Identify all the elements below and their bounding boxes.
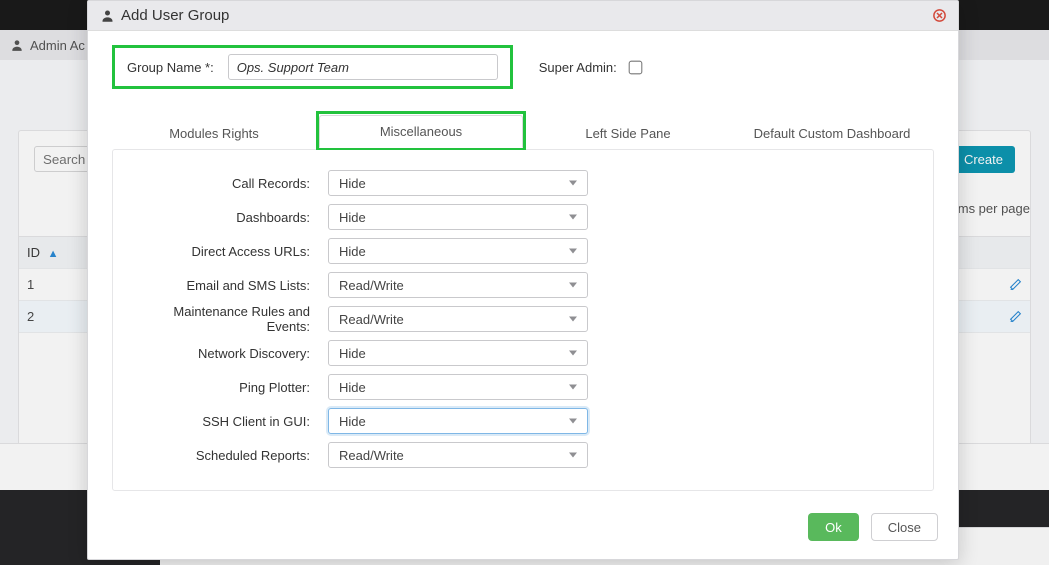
select-call-records[interactable]: Hide [328, 170, 588, 196]
chevron-down-icon [569, 317, 577, 322]
field-direct-access-urls: Direct Access URLs: Hide [133, 234, 913, 268]
chevron-down-icon [569, 351, 577, 356]
group-name-input[interactable] [228, 54, 498, 80]
tab-miscellaneous[interactable]: Miscellaneous [319, 115, 523, 148]
tab-left-side-pane[interactable]: Left Side Pane [526, 117, 730, 150]
label-maintenance-rules: Maintenance Rules and Events: [133, 304, 328, 334]
select-network-discovery[interactable]: Hide [328, 340, 588, 366]
chevron-down-icon [569, 249, 577, 254]
field-network-discovery: Network Discovery: Hide [133, 336, 913, 370]
select-value: Read/Write [339, 312, 404, 327]
group-name-label: Group Name *: [127, 60, 214, 75]
super-admin-field: Super Admin: [539, 58, 645, 77]
select-value: Hide [339, 176, 366, 191]
select-direct-access-urls[interactable]: Hide [328, 238, 588, 264]
select-value: Hide [339, 244, 366, 259]
field-ping-plotter: Ping Plotter: Hide [133, 370, 913, 404]
select-ssh-client[interactable]: Hide [328, 408, 588, 434]
select-dashboards[interactable]: Hide [328, 204, 588, 230]
field-ssh-client: SSH Client in GUI: Hide [133, 404, 913, 438]
field-call-records: Call Records: Hide [133, 166, 913, 200]
dialog-body: Group Name *: Super Admin: Modules Right… [88, 31, 958, 501]
select-ping-plotter[interactable]: Hide [328, 374, 588, 400]
add-user-group-dialog: Add User Group Group Name *: Super Admin… [87, 0, 959, 560]
select-value: Hide [339, 210, 366, 225]
select-scheduled-reports[interactable]: Read/Write [328, 442, 588, 468]
select-maintenance-rules[interactable]: Read/Write [328, 306, 588, 332]
chevron-down-icon [569, 419, 577, 424]
field-maintenance-rules: Maintenance Rules and Events: Read/Write [133, 302, 913, 336]
close-icon[interactable] [931, 7, 948, 24]
chevron-down-icon [569, 181, 577, 186]
dialog-title: Add User Group [121, 7, 229, 24]
super-admin-checkbox[interactable] [628, 60, 642, 74]
chevron-down-icon [569, 453, 577, 458]
chevron-down-icon [569, 215, 577, 220]
field-scheduled-reports: Scheduled Reports: Read/Write [133, 438, 913, 472]
group-name-highlight: Group Name *: [112, 45, 513, 89]
label-dashboards: Dashboards: [133, 210, 328, 225]
tab-modules-rights[interactable]: Modules Rights [112, 117, 316, 150]
tab-miscellaneous-highlight: Miscellaneous [316, 111, 526, 150]
chevron-down-icon [569, 283, 577, 288]
select-value: Hide [339, 414, 366, 429]
label-scheduled-reports: Scheduled Reports: [133, 448, 328, 463]
label-direct-access-urls: Direct Access URLs: [133, 244, 328, 259]
field-email-sms-lists: Email and SMS Lists: Read/Write [133, 268, 913, 302]
tab-content-miscellaneous: Call Records: Hide Dashboards: Hide Dire… [112, 149, 934, 491]
group-name-row: Group Name *: Super Admin: [112, 45, 934, 89]
label-ssh-client: SSH Client in GUI: [133, 414, 328, 429]
select-value: Hide [339, 380, 366, 395]
user-icon [100, 8, 115, 23]
dialog-title-bar: Add User Group [88, 1, 958, 31]
select-value: Hide [339, 346, 366, 361]
select-email-sms-lists[interactable]: Read/Write [328, 272, 588, 298]
select-value: Read/Write [339, 448, 404, 463]
super-admin-label: Super Admin: [539, 60, 617, 75]
close-button[interactable]: Close [871, 513, 938, 541]
tab-default-dashboard[interactable]: Default Custom Dashboard [730, 117, 934, 150]
ok-button[interactable]: Ok [808, 513, 859, 541]
label-network-discovery: Network Discovery: [133, 346, 328, 361]
tab-bar: Modules Rights Miscellaneous Left Side P… [88, 113, 958, 149]
label-ping-plotter: Ping Plotter: [133, 380, 328, 395]
label-email-sms-lists: Email and SMS Lists: [133, 278, 328, 293]
chevron-down-icon [569, 385, 577, 390]
field-dashboards: Dashboards: Hide [133, 200, 913, 234]
select-value: Read/Write [339, 278, 404, 293]
label-call-records: Call Records: [133, 176, 328, 191]
dialog-footer: Ok Close [88, 501, 958, 559]
